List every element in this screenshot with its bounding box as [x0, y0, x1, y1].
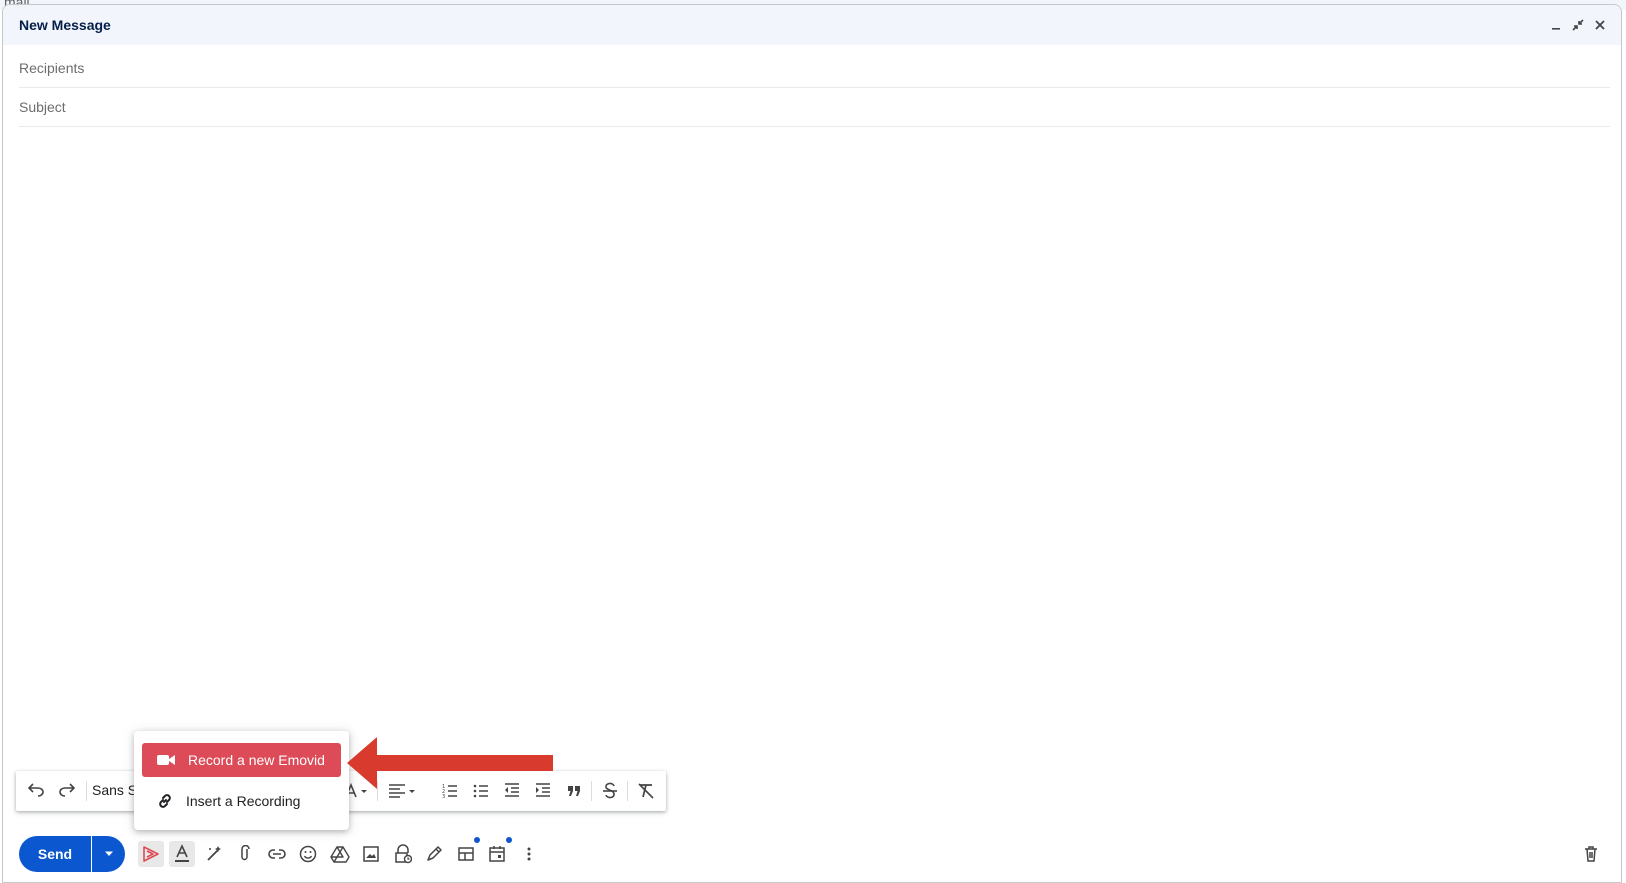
- quote-button[interactable]: [562, 779, 586, 803]
- subject-input[interactable]: [19, 96, 1610, 118]
- record-emovid-label: Record a new Emovid: [188, 752, 325, 768]
- toolbar-divider: [627, 781, 628, 801]
- caret-down-icon: [104, 851, 113, 856]
- emoji-icon: [299, 845, 317, 863]
- remove-formatting-icon: [638, 783, 654, 799]
- signature-icon: [427, 846, 442, 861]
- attach-button[interactable]: [232, 841, 258, 867]
- close-icon[interactable]: [1591, 16, 1609, 34]
- insert-emoji-button[interactable]: [295, 841, 321, 867]
- font-family-select[interactable]: Sans S: [92, 782, 137, 798]
- subject-row: [19, 88, 1610, 127]
- magic-write-button[interactable]: [201, 841, 227, 867]
- recipients-input[interactable]: [19, 57, 1610, 79]
- strikethrough-icon: [603, 782, 617, 799]
- svg-text:3: 3: [442, 794, 445, 800]
- minimize-icon[interactable]: [1547, 16, 1565, 34]
- video-camera-icon: [156, 752, 178, 768]
- strikethrough-button[interactable]: [598, 779, 622, 803]
- formatting-options-icon: [175, 844, 189, 862]
- insert-link-button[interactable]: [264, 841, 290, 867]
- insert-signature-button[interactable]: [421, 841, 447, 867]
- quote-icon: [568, 786, 580, 796]
- window-controls: [1547, 16, 1609, 34]
- attach-icon: [241, 845, 250, 861]
- recipients-row: [19, 49, 1610, 88]
- link-icon: [268, 849, 286, 859]
- photo-icon: [363, 846, 379, 862]
- magic-write-icon: [207, 846, 221, 861]
- insert-recording-label: Insert a Recording: [186, 793, 301, 809]
- emovid-button[interactable]: [138, 841, 164, 867]
- redo-icon: [59, 783, 76, 797]
- redo-button[interactable]: [55, 779, 79, 803]
- formatting-options-button[interactable]: [169, 841, 195, 867]
- insert-recording-item[interactable]: Insert a Recording: [142, 783, 341, 819]
- insert-drive-button[interactable]: [327, 841, 353, 867]
- drive-icon: [330, 846, 350, 863]
- undo-button[interactable]: [24, 779, 48, 803]
- layouts-button[interactable]: [453, 841, 479, 867]
- compose-titlebar[interactable]: New Message: [3, 5, 1621, 45]
- insert-photo-button[interactable]: [358, 841, 384, 867]
- undo-icon: [27, 783, 44, 797]
- schedule-new-badge: [506, 837, 512, 843]
- toolbar-divider: [591, 781, 592, 801]
- schedule-icon: [489, 846, 505, 862]
- schedule-button[interactable]: [484, 841, 510, 867]
- exit-full-screen-icon[interactable]: [1569, 16, 1587, 34]
- confidential-icon: [395, 844, 412, 864]
- remove-formatting-button[interactable]: [634, 779, 658, 803]
- message-body[interactable]: [19, 130, 1610, 740]
- link-icon: [156, 792, 174, 810]
- record-emovid-button[interactable]: Record a new Emovid: [142, 743, 341, 777]
- compose-bottom-bar: Send: [3, 830, 1621, 880]
- discard-draft-icon: [1585, 846, 1597, 862]
- emovid-menu: Record a new Emovid Insert a Recording: [134, 731, 349, 830]
- send-button[interactable]: Send: [19, 836, 91, 872]
- toolbar-divider: [86, 781, 87, 801]
- more-options-button[interactable]: [516, 841, 542, 867]
- send-options-button[interactable]: [92, 836, 125, 872]
- compose-title: New Message: [19, 17, 111, 33]
- layouts-icon: [458, 847, 474, 861]
- confidential-mode-button[interactable]: [390, 841, 416, 867]
- emovid-icon: [143, 846, 159, 862]
- layouts-new-badge: [474, 837, 480, 843]
- callout-arrow: [347, 737, 553, 789]
- more-options-icon: [527, 847, 531, 861]
- discard-draft-button[interactable]: [1578, 841, 1604, 867]
